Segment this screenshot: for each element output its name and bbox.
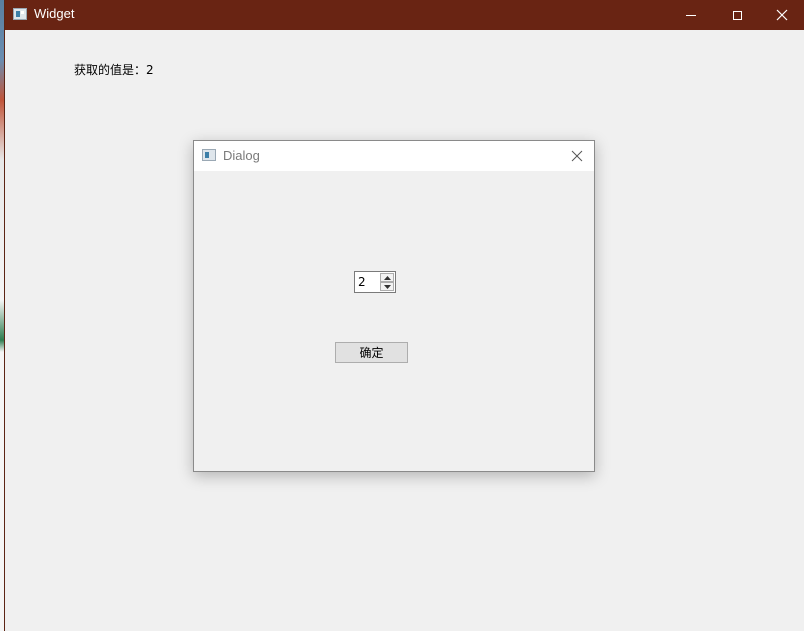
- spin-down-button[interactable]: [380, 282, 394, 291]
- minimize-icon: [686, 14, 696, 16]
- minimize-button[interactable]: [668, 0, 714, 30]
- maximize-icon: [732, 10, 742, 20]
- value-label: 获取的值是：2: [74, 63, 154, 77]
- dialog-close-button[interactable]: [560, 141, 594, 171]
- spinbox-buttons: [380, 273, 394, 291]
- window-title: Widget: [34, 6, 75, 21]
- spin-up-button[interactable]: [380, 273, 394, 282]
- close-icon: [571, 150, 583, 162]
- close-icon: [776, 9, 788, 21]
- spinbox-value[interactable]: 2: [358, 275, 366, 289]
- dialog-titlebar[interactable]: Dialog: [194, 141, 594, 171]
- close-button[interactable]: [759, 0, 804, 30]
- maximize-button[interactable]: [714, 0, 760, 30]
- window-titlebar[interactable]: Widget: [5, 0, 804, 30]
- chevron-up-icon: [383, 275, 391, 280]
- app-icon: [13, 8, 27, 20]
- value-spinbox[interactable]: 2: [354, 271, 396, 293]
- chevron-down-icon: [383, 284, 391, 289]
- dialog-title: Dialog: [223, 148, 260, 163]
- ok-button[interactable]: 确定: [335, 342, 408, 363]
- dialog-app-icon: [202, 149, 216, 161]
- dialog-window: Dialog 2 确定: [193, 140, 595, 472]
